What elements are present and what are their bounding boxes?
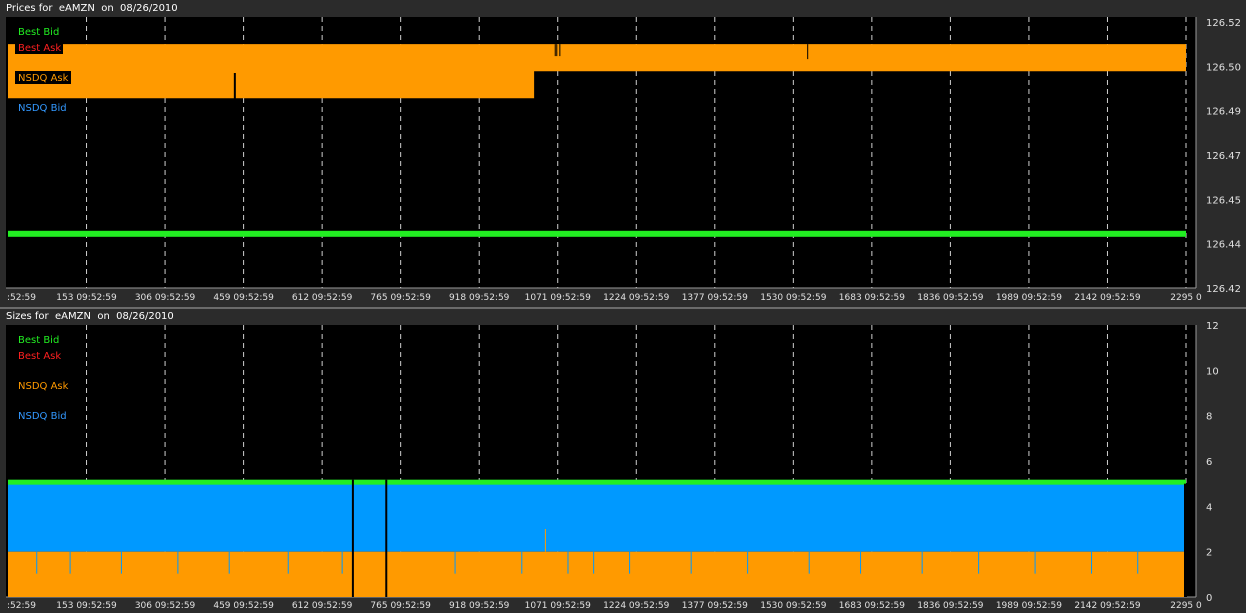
ask-gap-mark (582, 77, 585, 102)
sizes-x-tick-label: 1224 09:52:59 (603, 601, 669, 611)
size-tick-mark (228, 551, 230, 574)
ask-gap-mark (233, 73, 236, 102)
sizes-y-tick-label: 12 (1206, 321, 1219, 332)
prices-x-tick-label: 2295 0 (1170, 293, 1202, 303)
prices-x-tick-label: 1377 09:52:59 (682, 293, 748, 303)
size-tick-mark (177, 551, 179, 574)
sizes-x-tick-label: 1377 09:52:59 (682, 601, 748, 611)
sizes-y-tick-label: 4 (1206, 502, 1212, 513)
sizes-x-tick-label: 1071 09:52:59 (525, 601, 591, 611)
nsdq-bid-size-area (8, 483, 1186, 552)
size-spike-line (544, 529, 546, 552)
prices-x-tick-label: 306 09:52:59 (135, 293, 196, 303)
size-tick-mark (341, 551, 343, 574)
sizes-x-tick-label: 153 09:52:59 (56, 601, 117, 611)
sizes-x-tick-label: 2142 09:52:59 (1074, 601, 1140, 611)
size-tick-mark (860, 551, 862, 574)
best-bid-size-line (8, 479, 1186, 485)
size-tick-mark (921, 551, 923, 574)
prices-y-tick-label: 126.52 (1206, 18, 1241, 29)
size-tick-mark (69, 551, 71, 574)
ask-gap-mark (554, 44, 556, 57)
size-tick-mark (521, 551, 523, 574)
chart-canvas: :52:59 153 09:52:59 306 09:52:59 459 09:52:… (0, 17, 1246, 611)
prices-legend-nsdq-ask: NSDQ Ask (18, 73, 69, 84)
sizes-x-tick-label: 1836 09:52:59 (917, 601, 983, 611)
size-spike-line (351, 479, 354, 597)
prices-legend-best-ask: Best Ask (18, 43, 61, 54)
size-tick-mark (690, 551, 692, 574)
ask-gap-mark (807, 44, 809, 60)
prices-x-tick-label: 1683 09:52:59 (839, 293, 905, 303)
sizes-legend-nsdq-bid: NSDQ Bid (18, 411, 67, 422)
panel-divider (0, 307, 1246, 309)
sizes-legend-best-ask: Best Ask (18, 351, 61, 362)
prices-x-tick-label: 612 09:52:59 (292, 293, 353, 303)
ask-gap-mark (539, 73, 541, 100)
size-tick-mark (629, 551, 631, 574)
prices-y-tick-label: 126.47 (1206, 151, 1241, 162)
size-tick-mark (593, 551, 595, 574)
size-spike-line (385, 479, 388, 597)
sizes-legend-best-bid: Best Bid (18, 335, 59, 346)
size-tick-mark (1034, 551, 1036, 574)
size-tick-mark (36, 551, 38, 574)
size-tick-mark (1137, 551, 1139, 574)
prices-x-tick-label: 2142 09:52:59 (1074, 293, 1140, 303)
prices-legend-nsdq-bid: NSDQ Bid (18, 103, 67, 114)
prices-x-tick-label: 1989 09:52:59 (996, 293, 1062, 303)
sizes-x-tick-label: :52:59 (7, 601, 36, 611)
prices-x-tick-label: 765 09:52:59 (370, 293, 431, 303)
ask-gap-mark (556, 44, 558, 57)
sizes-y-tick-label: 2 (1206, 548, 1212, 559)
size-tick-mark (808, 551, 810, 574)
sizes-y-tick-label: 6 (1206, 457, 1212, 468)
sizes-x-tick-label: 459 09:52:59 (213, 601, 274, 611)
size-tick-mark (1091, 551, 1093, 574)
prices-x-tick-label: 153 09:52:59 (56, 293, 117, 303)
sizes-y-tick-label: 8 (1206, 412, 1212, 423)
chart-window: Prices for eAMZN on 08/26/2010 Sizes for… (0, 0, 1246, 613)
sizes-x-tick-label: 1530 09:52:59 (760, 601, 826, 611)
sizes-x-tick-label: 306 09:52:59 (135, 601, 196, 611)
nsdq-ask-size-area (8, 551, 1186, 597)
size-tick-mark (287, 551, 289, 574)
size-tick-mark (120, 551, 122, 574)
sizes-x-tick-label: 612 09:52:59 (292, 601, 353, 611)
sizes-y-tick-label: 10 (1206, 366, 1219, 377)
ask-gap-mark (559, 44, 561, 57)
best-bid-line (8, 230, 1186, 237)
sizes-x-tick-label: 2295 0 (1170, 601, 1202, 611)
sizes-x-tick-label: 765 09:52:59 (370, 601, 431, 611)
sizes-x-tick-label: 1683 09:52:59 (839, 601, 905, 611)
prices-x-tick-label: 1224 09:52:59 (603, 293, 669, 303)
size-edge-bar (1184, 483, 1187, 597)
prices-x-tick-label: :52:59 (7, 293, 36, 303)
prices-y-tick-label: 126.42 (1206, 284, 1241, 295)
size-tick-mark (747, 551, 749, 574)
sizes-x-tick-label: 918 09:52:59 (449, 601, 510, 611)
prices-legend-best-bid: Best Bid (18, 27, 59, 38)
prices-x-tick-label: 1836 09:52:59 (917, 293, 983, 303)
prices-x-tick-label: 1530 09:52:59 (760, 293, 826, 303)
prices-y-tick-label: 126.50 (1206, 62, 1241, 73)
sizes-legend-nsdq-ask: NSDQ Ask (18, 381, 69, 392)
sizes-x-tick-label: 1989 09:52:59 (996, 601, 1062, 611)
prices-x-tick-label: 918 09:52:59 (449, 293, 510, 303)
prices-x-tick-label: 1071 09:52:59 (525, 293, 591, 303)
prices-y-tick-label: 126.49 (1206, 107, 1241, 118)
prices-x-tick-label: 459 09:52:59 (213, 293, 274, 303)
prices-y-tick-label: 126.44 (1206, 240, 1241, 251)
size-tick-mark (454, 551, 456, 574)
size-tick-mark (978, 551, 980, 574)
prices-y-tick-label: 126.45 (1206, 195, 1241, 206)
sizes-y-tick-label: 0 (1206, 593, 1212, 604)
size-tick-mark (567, 551, 569, 574)
